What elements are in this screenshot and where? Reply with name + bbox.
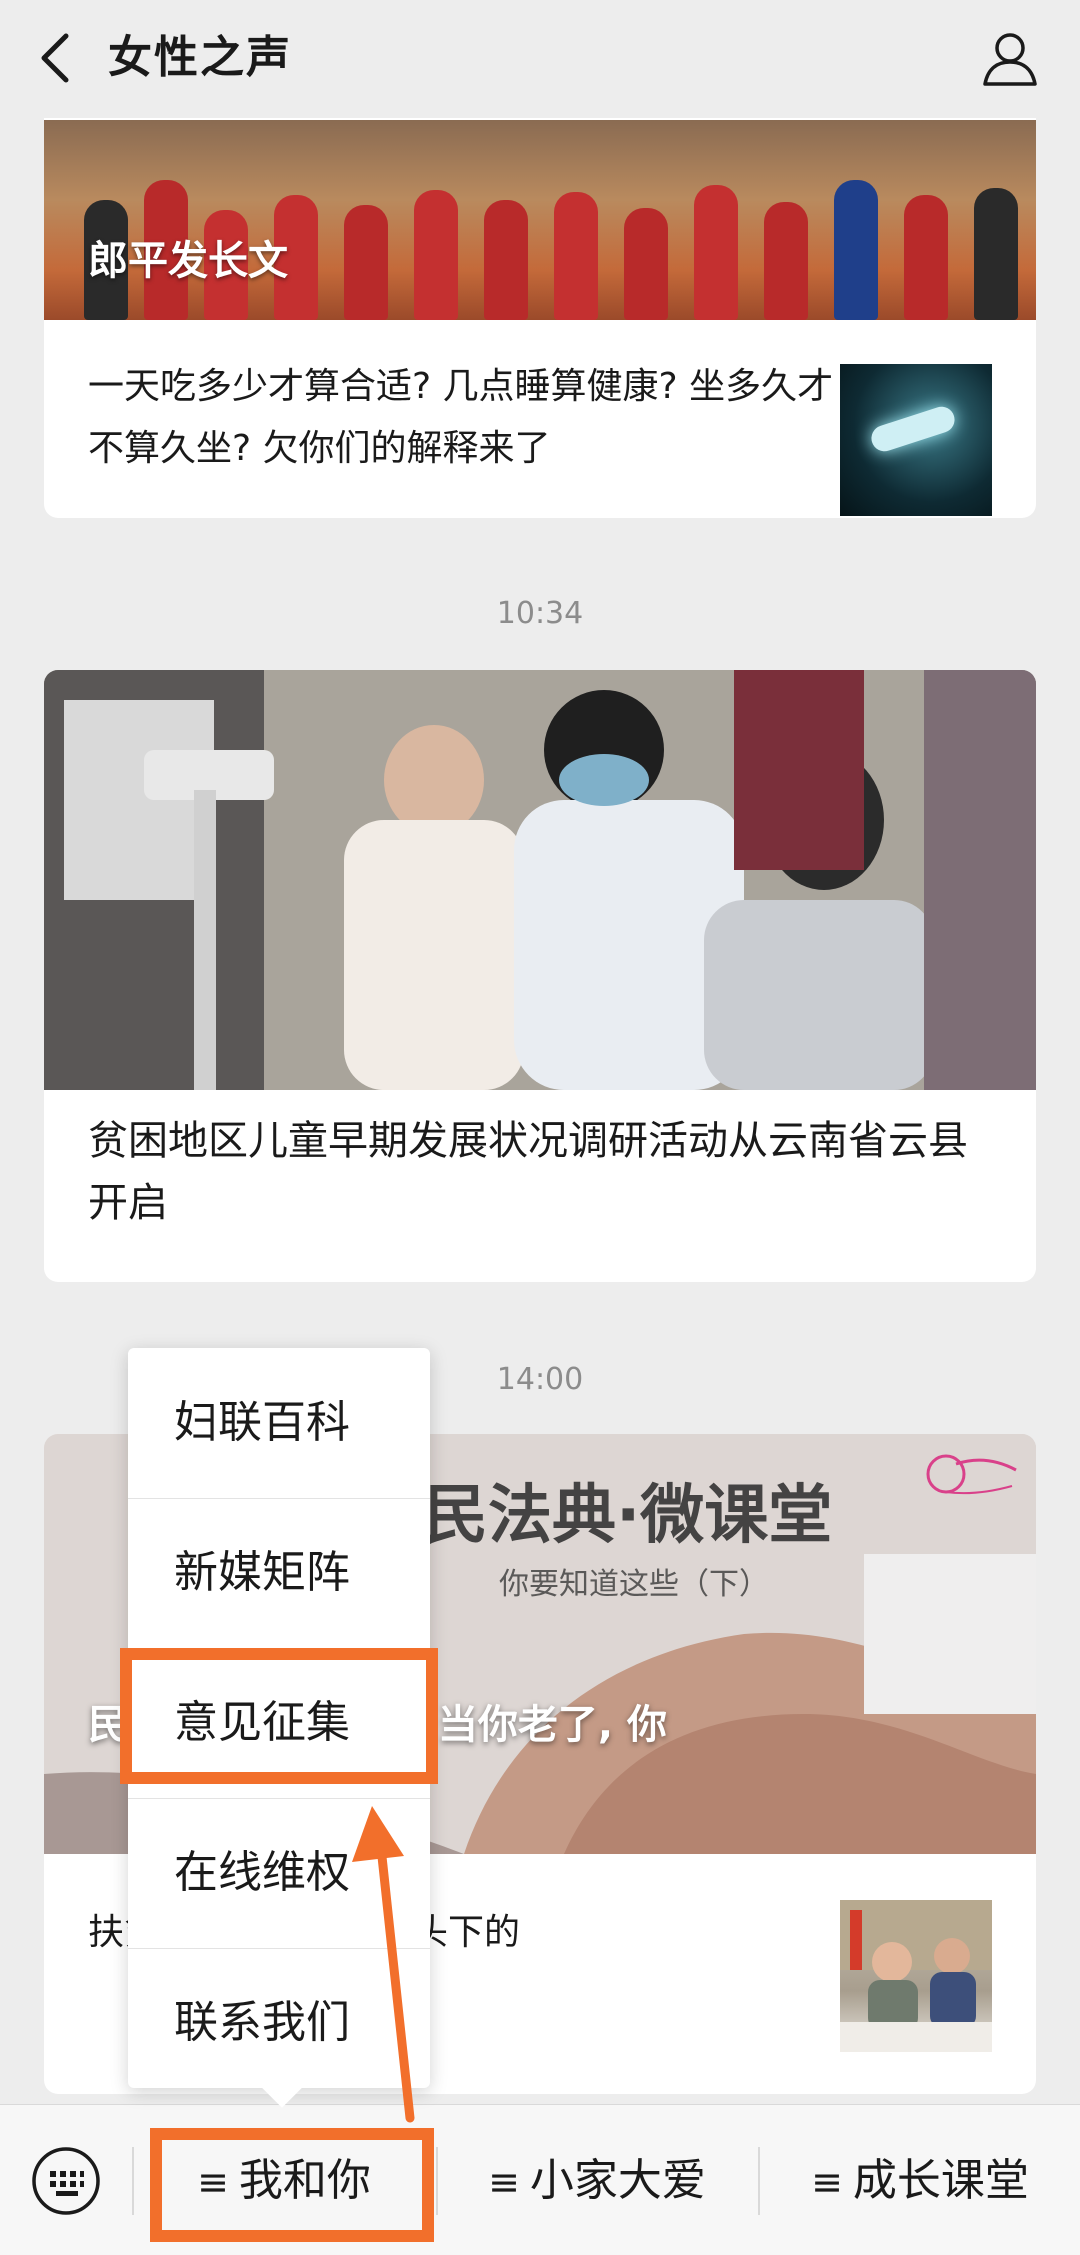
- article-thumbnail: [840, 364, 992, 516]
- brand-logo-icon: [926, 1454, 1017, 1495]
- article-banner-image[interactable]: 郎平发长文: [44, 120, 1036, 320]
- tab-label: 成长课堂: [852, 2155, 1029, 2206]
- profile-icon[interactable]: [980, 28, 1040, 88]
- banner-caption: 郎平发长文: [88, 238, 288, 284]
- menu-item-xinmei-juzhen[interactable]: 新媒矩阵: [128, 1498, 430, 1648]
- article-title: 贫困地区儿童早期发展状况调研活动从云南省云县开启: [88, 1118, 968, 1226]
- back-arrow-icon[interactable]: [36, 32, 76, 84]
- page-title: 女性之声: [108, 32, 292, 83]
- top-nav-bar: 女性之声: [0, 0, 1080, 118]
- tab-label: 小家大爱: [529, 2155, 706, 2206]
- banner-subtitle: 你要知道这些（下）: [499, 1567, 769, 1602]
- article-card[interactable]: 贫困地区儿童早期发展状况调研活动从云南省云县开启: [44, 670, 1036, 1282]
- tab-xiaojia-daai[interactable]: ≡ 小家大爱: [438, 2105, 756, 2255]
- tab-chengzhang-ketang[interactable]: ≡ 成长课堂: [760, 2105, 1080, 2255]
- menu-icon: ≡: [811, 2160, 843, 2204]
- article-cover-image: [44, 670, 1036, 1090]
- highlight-box-tab: [150, 2128, 434, 2242]
- menu-item-zaixian-weiquan[interactable]: 在线维权: [128, 1798, 430, 1948]
- highlight-box-menu-item: [120, 1648, 438, 1784]
- article-thumbnail: [840, 1900, 992, 2052]
- article-title: 一天吃多少才算合适? 几点睡算健康? 坐多久才不算久坐? 欠你们的解释来了: [88, 366, 834, 469]
- keyboard-icon[interactable]: [30, 2145, 102, 2217]
- menu-icon: ≡: [488, 2160, 520, 2204]
- menu-item-fulian-baike[interactable]: 妇联百科: [128, 1348, 430, 1498]
- banner-text: 民法典·微课堂: [424, 1479, 833, 1553]
- list-item[interactable]: 一天吃多少才算合适? 几点睡算健康? 坐多久才不算久坐? 欠你们的解释来了: [44, 320, 1036, 518]
- timestamp: 10:34: [496, 596, 584, 631]
